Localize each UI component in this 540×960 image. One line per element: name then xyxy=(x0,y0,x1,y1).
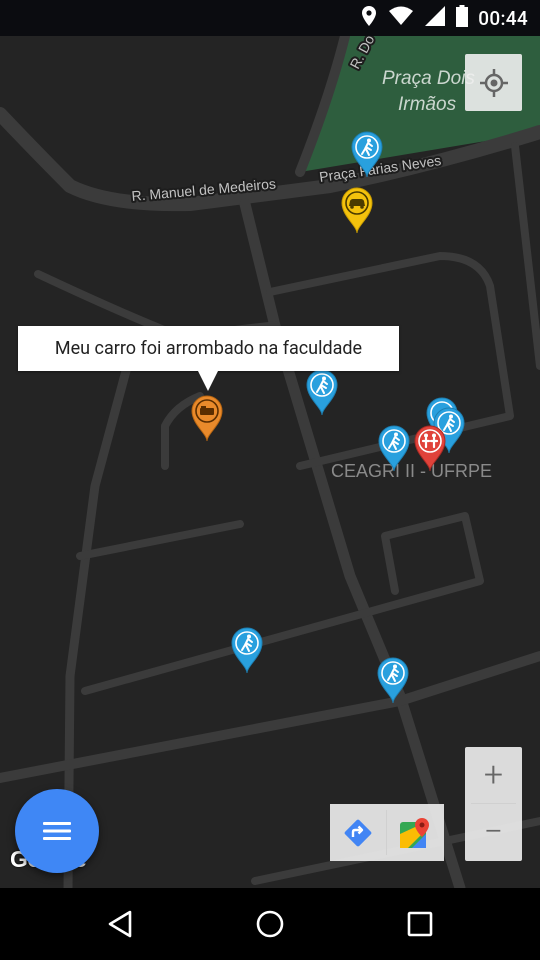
directions-icon xyxy=(344,819,372,846)
directions-button[interactable] xyxy=(330,804,386,861)
marker-info-window[interactable]: Meu carro foi arrombado na faculdade xyxy=(18,326,399,371)
map-toolbar xyxy=(330,804,444,861)
open-in-maps-button[interactable] xyxy=(387,804,443,861)
road xyxy=(76,520,244,560)
navigation-bar xyxy=(0,888,540,960)
map-marker-pedestrian[interactable] xyxy=(377,424,411,472)
road xyxy=(511,142,540,370)
road xyxy=(0,651,540,783)
zoom-out-button[interactable]: − xyxy=(465,804,522,860)
map-marker-pedestrian[interactable] xyxy=(230,626,264,674)
status-time: 00:44 xyxy=(478,6,528,30)
road xyxy=(239,198,466,888)
home-circle-icon xyxy=(256,910,284,938)
map-marker-pedestrian[interactable] xyxy=(376,656,410,704)
menu-icon xyxy=(43,822,71,840)
battery-icon xyxy=(456,5,469,31)
map-view[interactable]: R. Manuel de Medeiros Praça Farias Neves… xyxy=(0,36,540,888)
recents-button[interactable] xyxy=(400,904,440,944)
map-marker-group[interactable] xyxy=(413,424,447,472)
map-marker-pedestrian[interactable] xyxy=(305,368,339,416)
place-label-praca-dois-irmaos: Praça Dois xyxy=(382,68,475,89)
google-maps-icon xyxy=(400,817,429,848)
my-location-button[interactable] xyxy=(465,54,522,111)
status-bar: 00:44 xyxy=(0,0,540,36)
map-marker-pedestrian[interactable] xyxy=(350,130,384,178)
map-canvas: R. Manuel de Medeiros Praça Farias Neves… xyxy=(0,36,540,888)
map-marker-selected-break-in[interactable] xyxy=(190,394,224,442)
info-window-pointer xyxy=(198,371,218,391)
crosshair-icon xyxy=(479,68,508,97)
zoom-controls: + − xyxy=(465,747,522,861)
location-icon xyxy=(360,5,378,31)
back-triangle-icon xyxy=(108,910,132,938)
place-label-ceagri: CEAGRI II - UFRPE xyxy=(331,461,492,481)
recents-square-icon xyxy=(407,911,433,937)
place-label-praca-dois-irmaos-line2: Irmãos xyxy=(398,94,457,115)
zoom-in-button[interactable]: + xyxy=(465,747,522,803)
status-icons: 00:44 xyxy=(360,5,528,31)
map-marker-car[interactable] xyxy=(340,186,374,234)
wifi-icon xyxy=(388,6,414,30)
signal-icon xyxy=(424,5,446,31)
menu-fab-button[interactable] xyxy=(15,789,99,873)
back-button[interactable] xyxy=(100,904,140,944)
home-button[interactable] xyxy=(250,904,290,944)
